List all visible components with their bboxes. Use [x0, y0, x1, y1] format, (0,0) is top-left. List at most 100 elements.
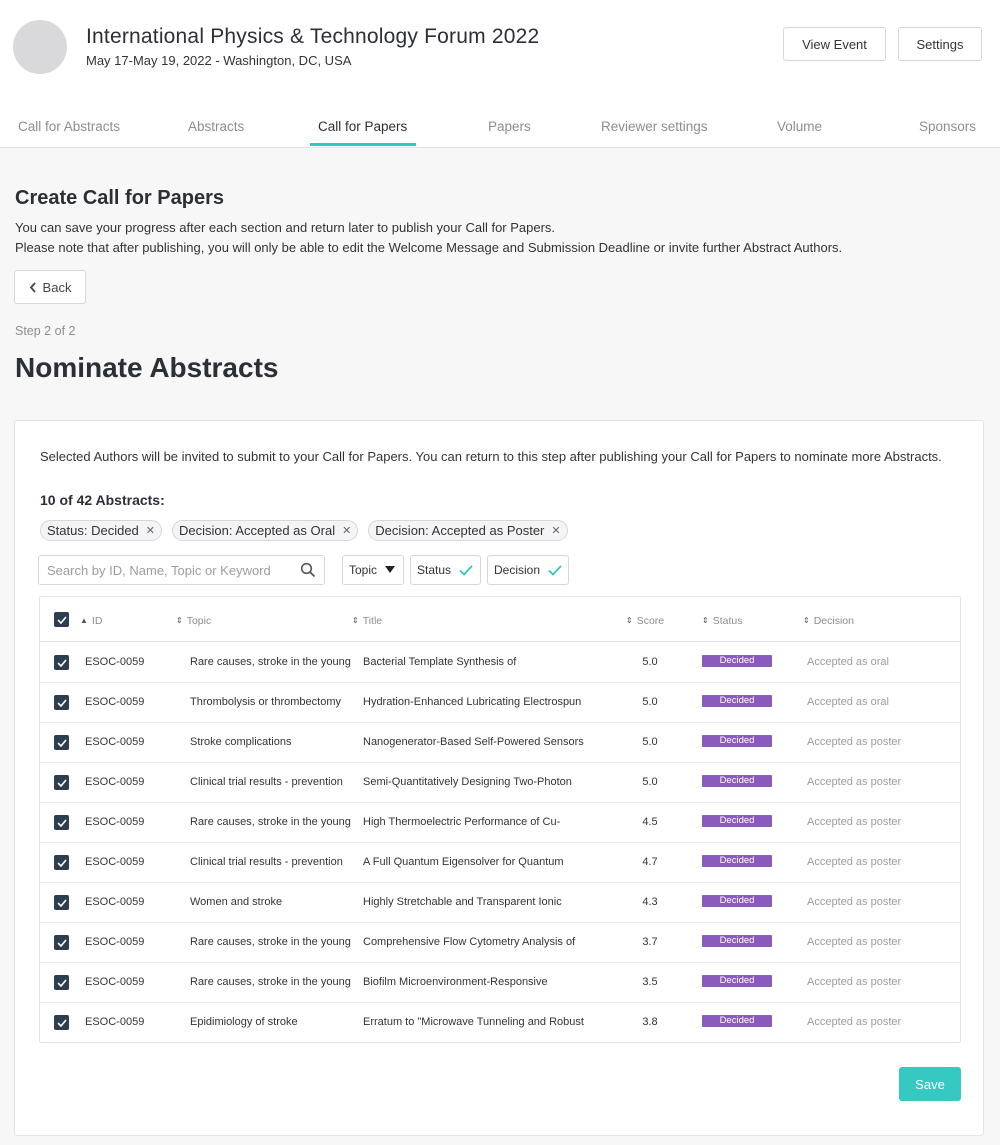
cell-score: 4.3: [642, 896, 658, 908]
cell-score: 3.5: [642, 976, 658, 988]
status-badge: Decided: [702, 775, 772, 787]
topic-filter-dropdown[interactable]: Topic: [342, 555, 404, 585]
cell-topic: Rare causes, stroke in the young: [190, 656, 351, 668]
view-event-button[interactable]: View Event: [783, 27, 886, 61]
check-icon: [56, 698, 67, 707]
cell-id: ESOC-0059: [85, 696, 145, 708]
event-tabs: Call for Abstracts Abstracts Call for Pa…: [0, 108, 1000, 148]
cell-score: 4.7: [642, 856, 658, 868]
column-header-topic[interactable]: ⇕ Topic: [176, 615, 211, 627]
status-badge: Decided: [702, 695, 772, 707]
check-icon: [459, 564, 473, 576]
status-badge: Decided: [702, 735, 772, 747]
row-checkbox[interactable]: [54, 655, 69, 670]
close-icon[interactable]: ✕: [342, 524, 351, 537]
sort-icon: ▲: [80, 616, 88, 625]
row-checkbox[interactable]: [54, 855, 69, 870]
sort-icon: ⇕: [803, 616, 810, 625]
cell-title: Nanogenerator-Based Self-Powered Sensors: [363, 736, 584, 748]
column-header-status[interactable]: ⇕ Status: [702, 615, 742, 627]
row-checkbox[interactable]: [54, 815, 69, 830]
column-label: Topic: [186, 615, 212, 627]
chip-label: Decision: Accepted as Poster: [375, 523, 545, 538]
status-badge: Decided: [702, 855, 772, 867]
search-box: [38, 555, 325, 585]
row-checkbox[interactable]: [54, 735, 69, 750]
column-header-title[interactable]: ⇕ Title: [352, 615, 382, 627]
cell-decision: Accepted as poster: [807, 1016, 902, 1028]
decision-filter-label: Decision: [494, 563, 541, 577]
chip-label: Decision: Accepted as Oral: [179, 523, 336, 538]
status-filter-dropdown[interactable]: Status: [410, 555, 481, 585]
abstracts-table: ▲ ID ⇕ Topic ⇕ Title ⇕ Score ⇕ Status ⇕ Decisi…: [39, 596, 961, 1043]
search-icon[interactable]: [300, 562, 316, 578]
filter-chip: Decision: Accepted as Poster ✕: [368, 520, 568, 541]
filter-chip: Decision: Accepted as Oral ✕: [172, 520, 359, 541]
table-row[interactable]: ESOC-0059 Rare causes, stroke in the you…: [40, 643, 960, 683]
table-row[interactable]: ESOC-0059 Women and stroke Highly Stretc…: [40, 883, 960, 923]
table-row[interactable]: ESOC-0059 Rare causes, stroke in the you…: [40, 963, 960, 1003]
row-checkbox[interactable]: [54, 1015, 69, 1030]
column-label: ID: [91, 615, 103, 627]
table-row[interactable]: ESOC-0059 Rare causes, stroke in the you…: [40, 803, 960, 843]
cell-topic: Clinical trial results - prevention: [190, 776, 343, 788]
status-badge: Decided: [702, 655, 772, 667]
table-row[interactable]: ESOC-0059 Clinical trial results - preve…: [40, 763, 960, 803]
status-filter-label: Status: [417, 563, 452, 577]
check-icon: [56, 615, 67, 624]
tab-volume[interactable]: Volume: [777, 119, 822, 134]
column-header-score[interactable]: ⇕ Score: [626, 615, 664, 627]
cell-decision: Accepted as poster: [807, 896, 902, 908]
back-button[interactable]: Back: [14, 270, 86, 304]
cell-id: ESOC-0059: [85, 736, 145, 748]
cell-score: 3.8: [642, 1016, 658, 1028]
row-checkbox[interactable]: [54, 695, 69, 710]
close-icon[interactable]: ✕: [551, 524, 560, 537]
column-label: Title: [362, 615, 383, 627]
column-header-id[interactable]: ▲ ID: [80, 615, 102, 627]
table-row[interactable]: ESOC-0059 Clinical trial results - preve…: [40, 843, 960, 883]
save-button[interactable]: Save: [899, 1067, 961, 1101]
table-row[interactable]: ESOC-0059 Epidimiology of stroke Erratum…: [40, 1003, 960, 1042]
event-title: International Physics & Technology Forum…: [86, 25, 540, 48]
page-title: Create Call for Papers: [15, 187, 224, 209]
tab-reviewer-settings[interactable]: Reviewer settings: [601, 119, 708, 134]
tab-call-for-papers[interactable]: Call for Papers: [318, 119, 407, 134]
cell-score: 5.0: [642, 656, 658, 668]
tab-sponsors[interactable]: Sponsors: [919, 119, 976, 134]
step-indicator: Step 2 of 2: [15, 324, 76, 338]
section-title: Nominate Abstracts: [15, 352, 279, 383]
column-header-decision[interactable]: ⇕ Decision: [803, 615, 854, 627]
cell-topic: Women and stroke: [190, 896, 283, 908]
cell-title: Erratum to "Microwave Tunneling and Robu…: [363, 1016, 584, 1028]
cell-title: Highly Stretchable and Transparent Ionic: [363, 896, 562, 908]
cell-topic: Thrombolysis or thrombectomy: [190, 696, 341, 708]
table-row[interactable]: ESOC-0059 Thrombolysis or thrombectomy H…: [40, 683, 960, 723]
settings-button[interactable]: Settings: [898, 27, 982, 61]
row-checkbox[interactable]: [54, 935, 69, 950]
row-checkbox[interactable]: [54, 895, 69, 910]
tab-abstracts[interactable]: Abstracts: [188, 119, 244, 134]
row-checkbox[interactable]: [54, 775, 69, 790]
table-row[interactable]: ESOC-0059 Rare causes, stroke in the you…: [40, 923, 960, 963]
abstract-count: 10 of 42 Abstracts:: [40, 492, 165, 508]
check-icon: [56, 938, 67, 947]
column-label: Score: [636, 615, 665, 627]
cell-topic: Stroke complications: [190, 736, 292, 748]
table-header: ▲ ID ⇕ Topic ⇕ Title ⇕ Score ⇕ Status ⇕ Decisi…: [40, 597, 960, 642]
cell-id: ESOC-0059: [85, 976, 145, 988]
column-label: Decision: [813, 615, 854, 627]
table-row[interactable]: ESOC-0059 Stroke complications Nanogener…: [40, 723, 960, 763]
tab-papers[interactable]: Papers: [488, 119, 531, 134]
tab-call-for-abstracts[interactable]: Call for Abstracts: [18, 119, 120, 134]
cell-title: Bacterial Template Synthesis of: [363, 656, 517, 668]
row-checkbox[interactable]: [54, 975, 69, 990]
status-badge: Decided: [702, 815, 772, 827]
close-icon[interactable]: ✕: [146, 524, 155, 537]
select-all-checkbox[interactable]: [54, 612, 69, 627]
nominate-card: Selected Authors will be invited to subm…: [14, 420, 984, 1136]
search-input[interactable]: [39, 556, 289, 584]
cell-id: ESOC-0059: [85, 776, 145, 788]
cell-topic: Rare causes, stroke in the young: [190, 936, 351, 948]
decision-filter-dropdown[interactable]: Decision: [487, 555, 569, 585]
